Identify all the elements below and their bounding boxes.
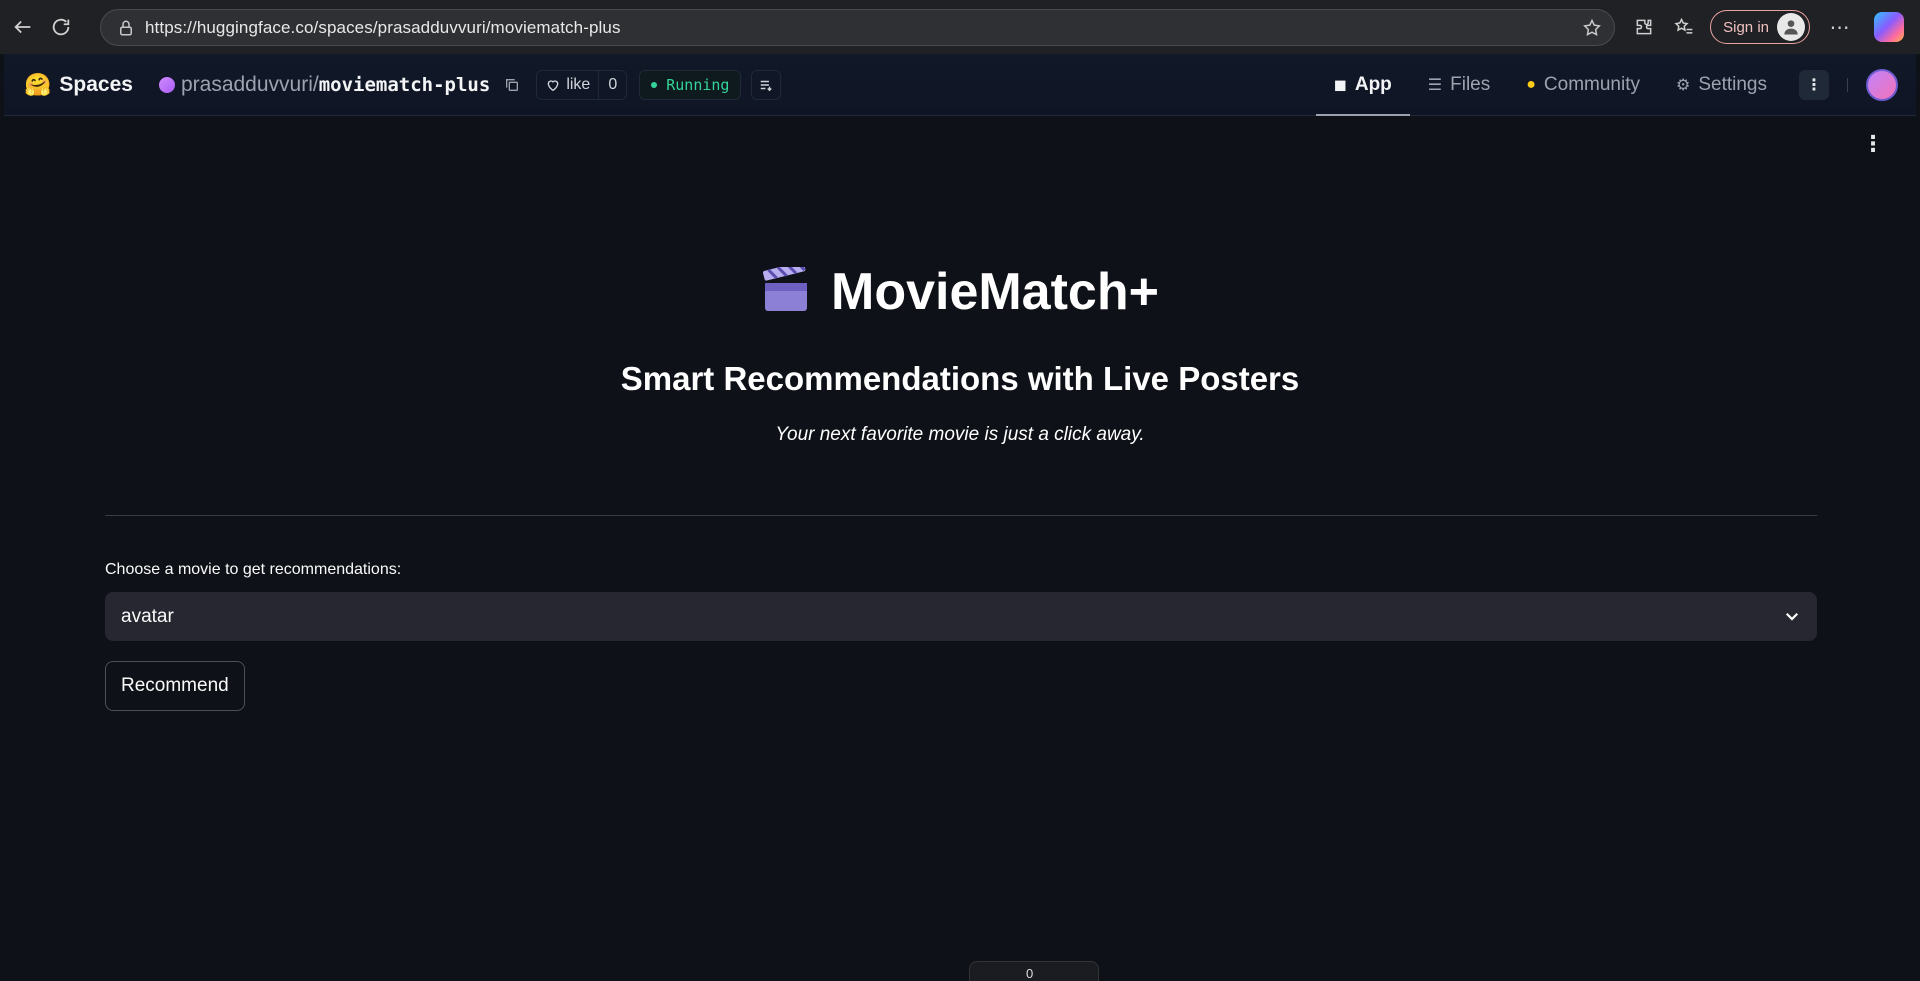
recommend-button-label: Recommend — [121, 675, 229, 696]
movie-select-dropdown[interactable]: avatar — [105, 592, 1817, 641]
status-text: Running — [666, 75, 730, 94]
vertical-dots-icon: ⋮ — [1806, 77, 1822, 94]
clapperboard-icon — [761, 261, 811, 312]
favorites-button[interactable] — [1664, 0, 1704, 54]
tab-app[interactable]: ◼ App — [1315, 54, 1411, 116]
page-subtitle: Smart Recommendations with Live Posters — [620, 360, 1300, 397]
url-text: https://huggingface.co/spaces/prasadduvv… — [145, 17, 621, 37]
address-bar[interactable]: https://huggingface.co/spaces/prasadduvv… — [100, 9, 1615, 46]
sign-in-button[interactable]: Sign in — [1710, 10, 1810, 44]
logs-button[interactable] — [751, 69, 782, 100]
app-container: ⋮ MovieMatch+ Smart Recommendations with… — [4, 116, 1916, 981]
tab-settings[interactable]: ⚙ Settings — [1658, 54, 1785, 116]
browser-toolbar: https://huggingface.co/spaces/prasadduvv… — [0, 0, 1920, 54]
space-tabs: ◼ App ☰ Files ● Community ⚙ Settings ⋮ — [1315, 54, 1916, 116]
status-badge[interactable]: Running — [639, 69, 742, 100]
selected-movie-value: avatar — [121, 605, 174, 627]
recommend-button[interactable]: Recommend — [105, 661, 245, 711]
refresh-icon — [52, 18, 70, 36]
status-dot-icon — [651, 81, 658, 88]
hugging-face-logo-icon[interactable]: 🤗 — [24, 72, 51, 98]
copy-icon[interactable] — [504, 77, 520, 93]
sign-in-label: Sign in — [1723, 18, 1769, 36]
copilot-icon[interactable] — [1874, 12, 1904, 42]
like-count: 0 — [608, 75, 618, 93]
community-icon: ● — [1526, 76, 1536, 93]
tab-community-label: Community — [1543, 74, 1640, 95]
vertical-dots-icon: ⋮ — [1862, 131, 1884, 156]
extensions-button[interactable] — [1624, 0, 1664, 54]
tab-app-label: App — [1354, 74, 1392, 95]
tab-community[interactable]: ● Community — [1508, 54, 1658, 116]
favorite-star-icon[interactable] — [1582, 18, 1602, 38]
puzzle-icon — [1636, 19, 1652, 35]
files-icon: ☰ — [1427, 77, 1443, 94]
tab-files-label: Files — [1450, 74, 1491, 95]
tagline: Your next favorite movie is just a click… — [775, 424, 1145, 445]
space-options-button[interactable]: ⋮ — [1799, 70, 1829, 100]
movie-select-label: Choose a movie to get recommendations: — [105, 561, 402, 578]
owner-avatar — [158, 76, 175, 93]
heart-icon — [547, 79, 559, 91]
like-label: like — [566, 75, 591, 93]
bottom-toolbar[interactable]: 0 — [969, 961, 1099, 981]
back-arrow-icon — [14, 20, 31, 34]
favorites-list-icon — [1674, 17, 1693, 34]
cube-icon: ◼ — [1333, 77, 1347, 94]
title-text: MovieMatch+ — [831, 263, 1159, 321]
more-menu-button[interactable]: ⋯ — [1820, 0, 1860, 54]
tab-settings-label: Settings — [1698, 74, 1767, 95]
like-button[interactable]: like 0 — [536, 69, 628, 100]
tab-files[interactable]: ☰ Files — [1410, 54, 1508, 116]
lock-icon — [120, 20, 132, 35]
header-divider — [1847, 78, 1848, 92]
logs-icon — [761, 80, 773, 91]
chevron-down-icon — [1785, 612, 1799, 621]
user-avatar[interactable] — [1866, 69, 1898, 101]
space-header: 🤗 Spaces prasadduvvuri / moviematch-plus… — [4, 54, 1916, 116]
spaces-link[interactable]: Spaces — [59, 73, 133, 97]
repo-owner-link[interactable]: prasadduvvuri — [181, 73, 313, 97]
profile-icon — [1777, 13, 1805, 41]
gear-icon: ⚙ — [1676, 77, 1691, 94]
ellipsis-icon: ⋯ — [1829, 16, 1851, 39]
refresh-button[interactable] — [38, 0, 84, 54]
app-main-menu-button[interactable]: ⋮ — [1862, 133, 1884, 155]
section-divider — [105, 515, 1817, 516]
page-title: MovieMatch+ — [4, 261, 1916, 322]
repo-name-link[interactable]: moviematch-plus — [319, 74, 491, 96]
